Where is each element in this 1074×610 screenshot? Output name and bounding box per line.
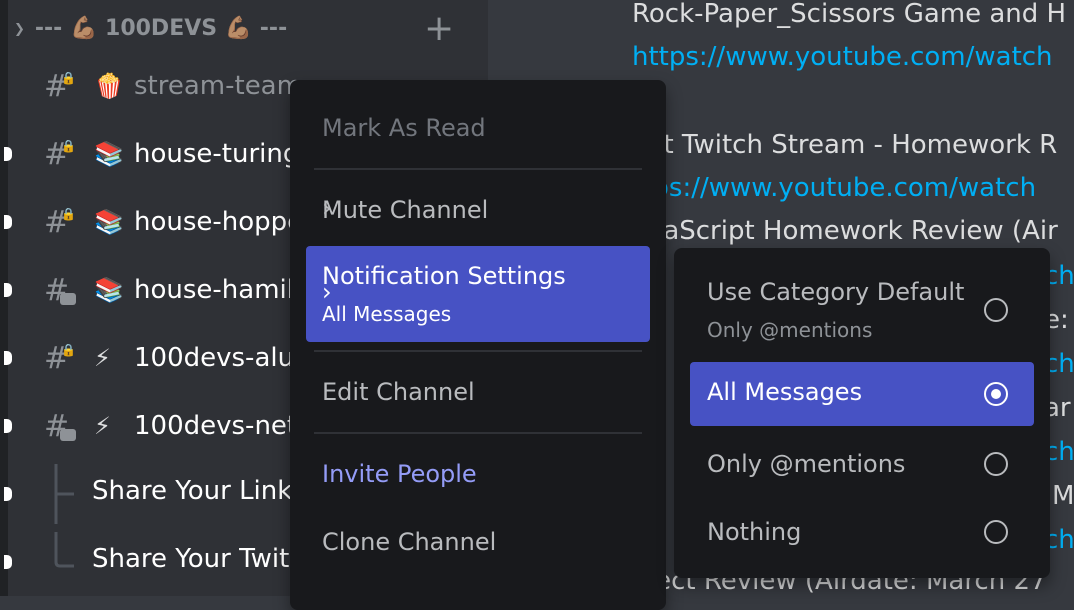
- unread-indicator: [4, 283, 12, 297]
- message-fragment: M: [1052, 481, 1074, 511]
- option-label: Only @mentions: [707, 450, 906, 478]
- chevron-right-icon: ›: [322, 194, 332, 222]
- channel-emoji: 📚: [94, 208, 124, 236]
- hashtag-locked-icon: # 🔒: [44, 340, 76, 376]
- radio-button-selected[interactable]: [984, 382, 1008, 406]
- clone-channel-item[interactable]: Clone Channel: [306, 522, 650, 562]
- option-label: All Messages: [707, 378, 863, 406]
- unread-indicator: [4, 215, 12, 229]
- radio-button[interactable]: [984, 520, 1008, 544]
- option-label: Use Category Default: [707, 278, 965, 306]
- notification-settings-submenu: Use Category Default Only @mentions All …: [674, 248, 1050, 578]
- menu-item-label: Mark As Read: [322, 114, 486, 142]
- channel-context-menu: Mark As Read Mute Channel › Notification…: [290, 80, 666, 610]
- radio-button[interactable]: [984, 298, 1008, 322]
- chevron-down-icon[interactable]: ❯: [14, 22, 25, 37]
- option-use-category-default[interactable]: Use Category Default Only @mentions: [690, 264, 1034, 350]
- message-link[interactable]: https://www.youtube.com/watch: [632, 42, 1053, 72]
- radio-button[interactable]: [984, 452, 1008, 476]
- mute-channel-item[interactable]: Mute Channel ›: [306, 190, 650, 230]
- message-text: Rock-Paper_Scissors Game and H: [632, 0, 1067, 29]
- option-all-messages[interactable]: All Messages: [690, 362, 1034, 426]
- hashtag-locked-icon: # 🔒: [44, 136, 76, 172]
- hashtag-locked-icon: # 🔒: [44, 68, 76, 104]
- thread-branch-icon: [54, 532, 74, 568]
- option-label: Nothing: [707, 518, 802, 546]
- option-only-mentions[interactable]: Only @mentions: [690, 440, 1034, 492]
- unread-indicator: [4, 419, 12, 433]
- category-header[interactable]: ❯ --- 💪🏽 100DEVS 💪🏽 --- +: [14, 8, 474, 49]
- channel-emoji: ⚡: [94, 412, 111, 440]
- hashtag-locked-icon: # 🔒: [44, 204, 76, 240]
- menu-item-label: Invite People: [322, 460, 477, 488]
- menu-item-label: Clone Channel: [322, 528, 497, 556]
- unread-indicator: [4, 555, 12, 569]
- option-sublabel: Only @mentions: [707, 318, 873, 342]
- channel-name: house-hopper: [134, 207, 314, 237]
- channel-emoji: ⚡: [94, 344, 111, 372]
- chevron-right-icon: ›: [322, 278, 332, 306]
- plus-icon[interactable]: +: [424, 8, 454, 49]
- channel-emoji: 🍿: [94, 72, 124, 100]
- message-text: irst Twitch Stream - Homework R: [632, 130, 1058, 160]
- menu-item-label: Edit Channel: [322, 378, 475, 406]
- channel-name: house-turing: [134, 139, 300, 169]
- invite-people-item[interactable]: Invite People: [306, 454, 650, 494]
- thread-branch-icon: [54, 464, 74, 524]
- mark-as-read-item[interactable]: Mark As Read: [306, 108, 650, 148]
- edit-channel-item[interactable]: Edit Channel: [306, 372, 650, 412]
- channel-name: stream-team: [134, 71, 302, 101]
- thread-locked-icon: #: [44, 273, 80, 308]
- unread-indicator: [4, 147, 12, 161]
- message-link[interactable]: ttps://www.youtube.com/watch: [632, 173, 1036, 203]
- unread-indicator: [4, 351, 12, 365]
- channel-emoji: 📚: [94, 276, 124, 304]
- unread-indicator: [4, 487, 12, 501]
- thread-name: Share Your Twitch: [92, 544, 321, 574]
- menu-separator: [314, 432, 642, 434]
- notification-settings-item[interactable]: Notification Settings All Messages ›: [306, 246, 650, 342]
- menu-separator: [314, 168, 642, 170]
- option-nothing[interactable]: Nothing: [690, 508, 1034, 560]
- category-label: --- 💪🏽 100DEVS 💪🏽 ---: [34, 15, 288, 41]
- thread-locked-icon: #: [44, 409, 80, 444]
- thread-name: Share Your Links: [92, 476, 306, 506]
- menu-separator: [314, 350, 642, 352]
- channel-emoji: 📚: [94, 140, 124, 168]
- message-text: avaScript Homework Review (Air: [632, 216, 1058, 246]
